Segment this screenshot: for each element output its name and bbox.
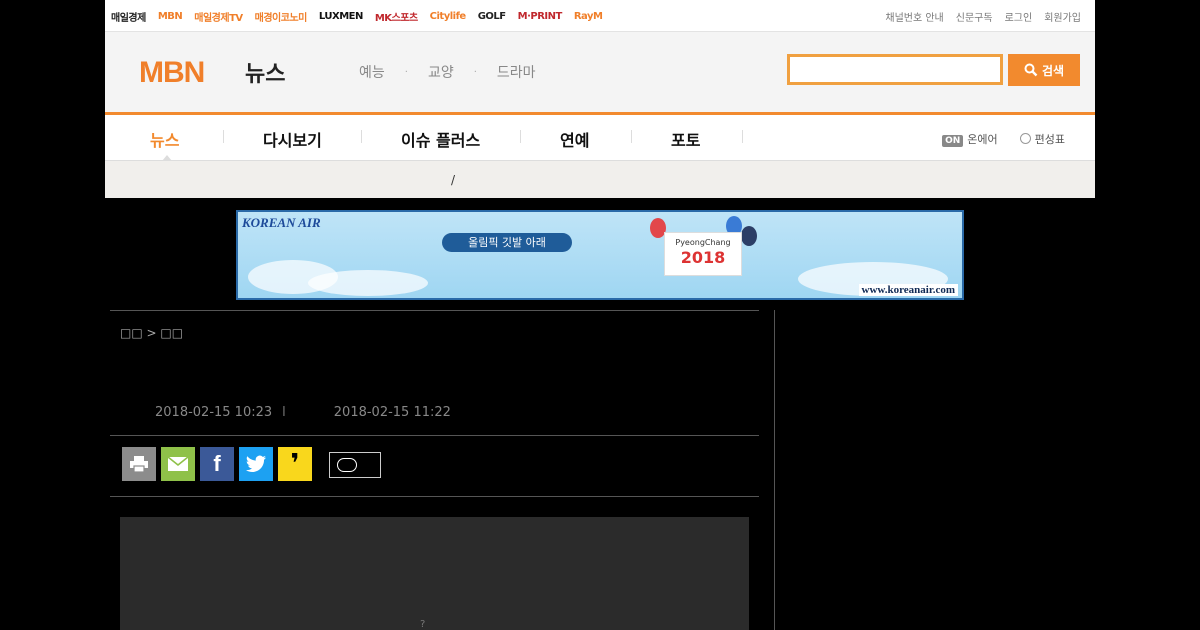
nav-divider <box>223 130 224 143</box>
email-share-button[interactable] <box>161 447 195 481</box>
ad-url: www.koreanair.com <box>858 284 958 296</box>
news-logo-label[interactable]: 뉴스 <box>245 56 285 88</box>
games-year: 2018 <box>680 248 726 267</box>
search-icon <box>1024 63 1038 77</box>
article-dates: 2018-02-15 10:23 l 2018-02-15 11:22 <box>155 405 451 420</box>
category-links: 예능 · 교양 · 드라마 <box>359 62 536 82</box>
article-photo: ? <box>120 517 749 630</box>
onair-link[interactable]: ON 온에어 <box>942 131 998 147</box>
nav-replay[interactable]: 다시보기 <box>263 127 322 151</box>
article-top-divider <box>110 310 759 311</box>
nav-divider <box>631 130 632 143</box>
utility-link[interactable]: 채널번호 안내 <box>885 9 943 24</box>
schedule-label: 편성표 <box>1034 133 1065 146</box>
games-name: PyeongChang <box>675 238 731 247</box>
search-button[interactable]: 검색 <box>1008 54 1080 86</box>
twitter-share-button[interactable] <box>239 447 273 481</box>
site-header: MBN 뉴스 예능 · 교양 · 드라마 검색 <box>105 32 1095 112</box>
print-button[interactable] <box>122 447 156 481</box>
category-culture[interactable]: 교양 <box>428 62 454 82</box>
pyeongchang-badge: PyeongChang 2018 <box>664 232 742 276</box>
utility-link[interactable]: 로그인 <box>1005 9 1033 24</box>
category-drama[interactable]: 드라마 <box>497 62 536 82</box>
sub-navigation: / <box>105 161 1095 198</box>
main-navigation: 뉴스 다시보기 이슈 플러스 연예 포토 ON 온에어 편성표 <box>105 112 1095 161</box>
family-site-bar: 매일경제 MBN 매일경제TV 매경이코노미 LUXMEN MK스포츠 Citylife GO… <box>105 0 1095 32</box>
nav-issue-plus[interactable]: 이슈 플러스 <box>401 127 480 151</box>
category-separator: · <box>473 66 477 78</box>
comment-button[interactable] <box>329 452 381 478</box>
printer-icon <box>130 456 148 473</box>
category-entertainment[interactable]: 예능 <box>359 62 385 82</box>
utility-link[interactable]: 회원가입 <box>1044 9 1081 24</box>
family-link[interactable]: LUXMEN <box>319 11 364 22</box>
korean-air-ad-banner[interactable]: KOREAN AIR 올림픽 깃발 아래 PyeongChang 2018 ww… <box>236 210 964 300</box>
twitter-icon <box>246 455 266 472</box>
onair-label: 온에어 <box>967 133 998 146</box>
balloon-decoration <box>741 226 757 246</box>
column-divider <box>774 310 775 630</box>
kakaostory-icon: ❜ <box>290 449 300 479</box>
article-modified-date: 2018-02-15 11:22 <box>333 405 451 420</box>
family-link[interactable]: Citylife <box>430 11 467 22</box>
utility-links: 채널번호 안내 신문구독 로그인 회원가입 <box>885 0 1081 32</box>
korean-air-logo: KOREAN AIR <box>242 215 321 230</box>
kakaostory-share-button[interactable]: ❜ <box>278 447 312 481</box>
article-input-date: 2018-02-15 10:23 <box>155 405 273 420</box>
nav-entertainment[interactable]: 연예 <box>560 127 589 151</box>
breadcrumb[interactable]: □□ > □□ <box>120 326 183 340</box>
ad-banner-text: 올림픽 깃발 아래 <box>442 233 572 252</box>
search-button-label: 검색 <box>1041 63 1065 78</box>
onair-icon: ON <box>942 135 964 147</box>
nav-divider <box>742 130 743 143</box>
family-link[interactable]: 매일경제TV <box>194 9 243 24</box>
broadcast-links: ON 온에어 편성표 <box>942 131 1065 147</box>
share-bottom-divider <box>110 496 759 497</box>
nav-divider <box>520 130 521 143</box>
nav-divider <box>361 130 362 143</box>
utility-link[interactable]: 신문구독 <box>956 9 993 24</box>
nav-news[interactable]: 뉴스 <box>150 127 179 151</box>
mbn-logo[interactable]: MBN <box>139 56 205 90</box>
family-link[interactable]: GOLF <box>478 11 506 22</box>
facebook-icon: f <box>213 451 221 476</box>
category-separator: · <box>404 66 408 78</box>
family-link[interactable]: M·PRINT <box>518 11 563 22</box>
family-link[interactable]: MK스포츠 <box>375 9 418 24</box>
facebook-share-button[interactable]: f <box>200 447 234 481</box>
family-link[interactable]: 매경이코노미 <box>255 9 308 24</box>
family-link[interactable]: MBN <box>158 11 183 22</box>
share-top-divider <box>110 435 759 436</box>
subnav-separator: / <box>451 173 456 187</box>
family-site-links: 매일경제 MBN 매일경제TV 매경이코노미 LUXMEN MK스포츠 Citylife GO… <box>111 0 603 32</box>
search-input[interactable] <box>787 54 1003 85</box>
photo-caption: ? <box>420 619 426 630</box>
family-link[interactable]: RayM <box>574 11 603 22</box>
comment-bubble-icon <box>337 458 357 472</box>
cloud-decoration <box>308 270 428 296</box>
family-link[interactable]: 매일경제 <box>111 9 146 24</box>
nav-photo[interactable]: 포토 <box>671 127 700 151</box>
date-separator: l <box>282 405 286 420</box>
schedule-link[interactable]: 편성표 <box>1019 131 1065 147</box>
envelope-icon <box>167 456 189 471</box>
clock-icon <box>1019 133 1031 144</box>
